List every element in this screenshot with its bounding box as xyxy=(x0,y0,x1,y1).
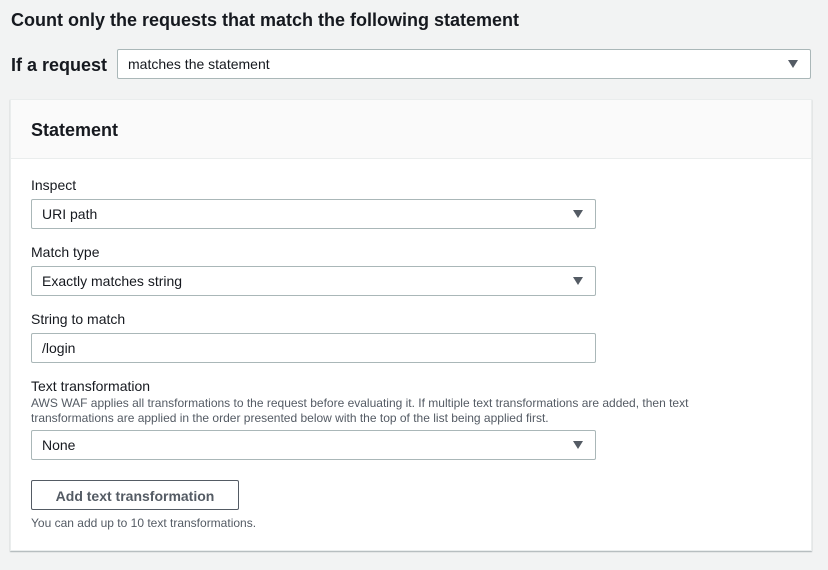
page-heading: Count only the requests that match the f… xyxy=(11,10,520,30)
match-type-label: Match type xyxy=(31,244,100,260)
text-transformation-description: AWS WAF applies all transformations to t… xyxy=(31,396,689,425)
match-type-select[interactable]: Exactly matches string xyxy=(31,266,596,296)
caret-down-icon xyxy=(788,60,798,68)
condition-select[interactable]: matches the statement xyxy=(117,49,811,79)
statement-title: Statement xyxy=(31,120,119,140)
statement-panel: Statement Inspect URI path Match type Ex… xyxy=(10,99,812,551)
text-transformation-label: Text transformation xyxy=(31,378,151,394)
string-to-match-input[interactable]: /login xyxy=(31,333,596,363)
text-transformation-select-value: None xyxy=(42,437,76,453)
condition-label: If a request xyxy=(11,55,108,75)
condition-select-value: matches the statement xyxy=(128,56,270,72)
inspect-select[interactable]: URI path xyxy=(31,199,596,229)
statement-panel-header: Statement xyxy=(11,100,811,159)
string-to-match-label: String to match xyxy=(31,311,126,327)
text-transformation-select[interactable]: None xyxy=(31,430,596,460)
add-text-transformation-button[interactable]: Add text transformation xyxy=(31,480,239,510)
inspect-select-value: URI path xyxy=(42,206,98,222)
caret-down-icon xyxy=(573,210,583,218)
inspect-label: Inspect xyxy=(31,177,77,193)
caret-down-icon xyxy=(573,441,583,449)
match-type-select-value: Exactly matches string xyxy=(42,273,183,289)
text-transformation-hint: You can add up to 10 text transformation… xyxy=(31,516,257,530)
caret-down-icon xyxy=(573,277,583,285)
